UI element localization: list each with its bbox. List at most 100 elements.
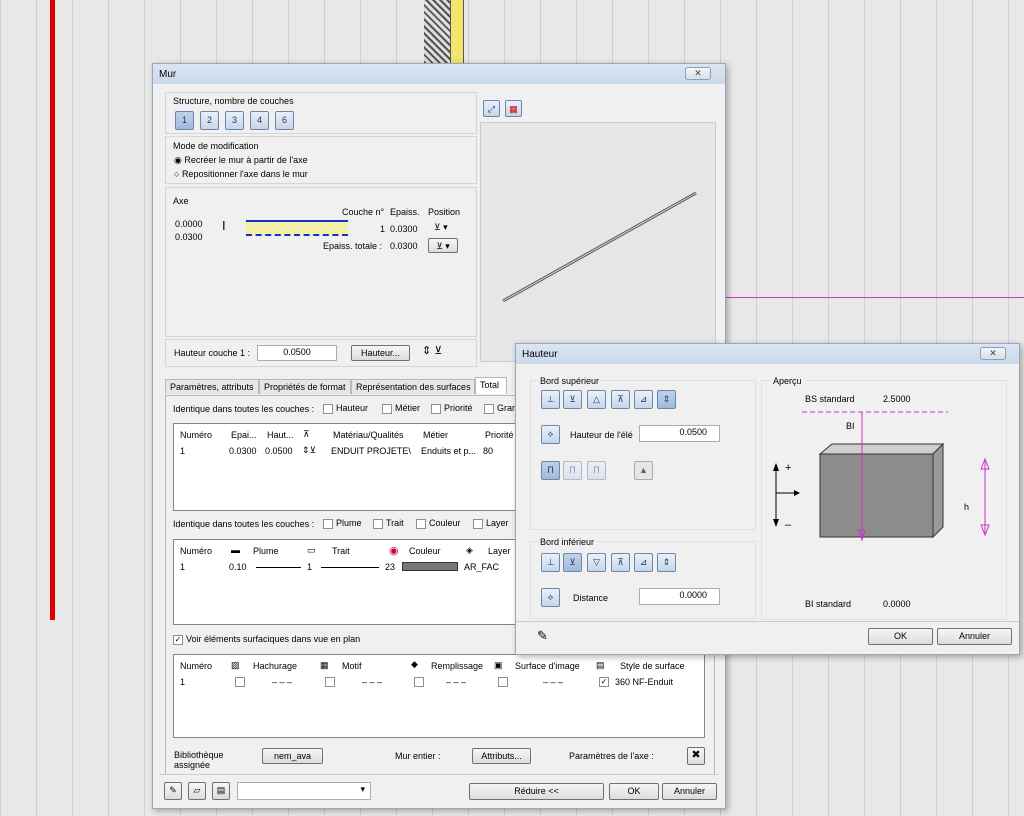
layers-6-button[interactable]: 6 <box>275 111 294 130</box>
hauteur-close-icon[interactable]: ✕ <box>980 347 1006 360</box>
t3-r-cb-hachurage[interactable] <box>235 676 248 687</box>
identique2-trait[interactable]: Trait <box>373 518 404 529</box>
hauteur-button[interactable]: Hauteur... <box>351 345 410 361</box>
bi-opt-3-icon[interactable]: ▽ <box>587 553 606 572</box>
mur-ok-button[interactable]: OK <box>609 783 659 800</box>
couche-row-no: 1 <box>380 224 386 234</box>
t1-h-pos-icon: ⊼ <box>303 429 310 439</box>
eyedropper-icon[interactable]: ✎ <box>164 782 182 800</box>
bord-superieur-label: Bord supérieur <box>538 376 602 386</box>
bi-opt-2-icon[interactable]: ⊻ <box>563 553 582 572</box>
layers-2-button[interactable]: 2 <box>200 111 219 130</box>
t1-h-priorite: Priorité <box>485 430 514 440</box>
identique2-plume[interactable]: Plume <box>323 518 362 529</box>
layers-4-button[interactable]: 4 <box>250 111 269 130</box>
mur-entier-label: Mur entier : <box>395 751 441 761</box>
t3-r-cb-image[interactable] <box>498 676 511 687</box>
hauteur-eyedropper-icon[interactable]: ✎ <box>537 628 548 644</box>
t1-h-metier: Métier <box>423 430 449 440</box>
t3-r-cb-motif[interactable] <box>325 676 338 687</box>
motif-icon: ▦ <box>320 660 329 670</box>
bs-opt-1-icon[interactable]: ⊥ <box>541 390 560 409</box>
attributs-button[interactable]: Attributs... <box>472 748 531 764</box>
hauteur-elem-icon[interactable]: ⟡ <box>541 425 560 444</box>
couche-row-epaiss: 0.0300 <box>390 224 418 234</box>
favorite-dropdown[interactable]: ▾ <box>237 782 371 800</box>
mode-option-recreer[interactable]: ◉ Recréer le mur à partir de l'axe <box>174 155 308 166</box>
wall-preview-panel <box>480 122 716 362</box>
tab-representation[interactable]: Représentation des surfaces <box>351 379 475 394</box>
bs-opt-4-icon[interactable]: ⊼ <box>611 390 630 409</box>
tab-total[interactable]: Total <box>475 377 507 394</box>
bs-opt-3-icon[interactable]: △ <box>587 390 606 409</box>
trait-icon: ▭ <box>307 545 316 555</box>
close-icon[interactable]: ✕ <box>685 67 711 80</box>
t2-r-numero: 1 <box>180 562 186 572</box>
params-axe-tool-icon[interactable]: ✖ <box>687 747 705 765</box>
mode-option-repositionner[interactable]: ○ Repositionner l'axe dans le mur <box>174 169 308 179</box>
hauteur-couche-input[interactable]: 0.0500 <box>257 345 337 361</box>
bs-opt-2-icon[interactable]: ⊻ <box>563 390 582 409</box>
t3-r-cb-remplissage[interactable] <box>414 676 427 687</box>
profile-2-icon[interactable]: Π <box>563 461 582 480</box>
distance-input[interactable]: 0.0000 <box>639 588 720 605</box>
height-arrows-icon[interactable]: ⇕ ⊻ <box>422 344 442 357</box>
t1-h-numero: Numéro <box>180 430 213 440</box>
couche-no-header: Couche n° <box>342 207 385 217</box>
bi-opt-6-icon[interactable]: ⇕ <box>657 553 676 572</box>
t3-r-cb-style[interactable]: ✓ <box>599 676 612 687</box>
hauteur-ok-button[interactable]: OK <box>868 628 933 645</box>
layers-1-button[interactable]: 1 <box>175 111 194 130</box>
wall-hatch <box>424 0 450 70</box>
bi-standard-value: 0.0000 <box>883 599 911 609</box>
hauteur-elem-input[interactable]: 0.0500 <box>639 425 720 442</box>
identique1-metier[interactable]: Métier <box>382 403 420 414</box>
t2-h-plume: Plume <box>253 546 279 556</box>
hauteur-title: Hauteur <box>522 349 558 360</box>
identique2-layer[interactable]: Layer <box>473 518 509 529</box>
identique1-hauteur[interactable]: Hauteur <box>323 403 368 414</box>
hauteur-couche-label: Hauteur couche 1 : <box>174 348 251 358</box>
surface-table[interactable]: Numéro ▨ Hachurage ▦ Motif ◆ Remplissage… <box>173 654 705 738</box>
remplissage-icon: ◆ <box>411 659 418 669</box>
pyramid-icon[interactable]: ▲ <box>634 461 653 480</box>
layer-icon: ◈ <box>466 545 473 555</box>
color-icon[interactable]: ▦ <box>505 100 522 117</box>
distance-icon[interactable]: ⟡ <box>541 588 560 607</box>
t3-r-dash-image: – – – <box>543 677 564 687</box>
t1-h-materiau: Matériau/Qualités <box>333 430 404 440</box>
layer-preview[interactable] <box>246 220 348 236</box>
apercu-group: Aperçu BS standard 2.5000 BI + – h BI st… <box>761 376 1007 620</box>
layers-3-button[interactable]: 3 <box>225 111 244 130</box>
bi-opt-1-icon[interactable]: ⊥ <box>541 553 560 572</box>
hauteur-annuler-button[interactable]: Annuler <box>937 628 1012 645</box>
distance-label: Distance <box>573 593 609 603</box>
view-icon[interactable]: ⤢ <box>483 100 500 117</box>
open-favorite-icon[interactable]: ▱ <box>188 782 206 800</box>
profile-1-icon[interactable]: Π <box>541 461 560 480</box>
voir-checkbox[interactable]: ✓ Voir éléments surfaciques dans vue en p… <box>173 634 360 645</box>
t1-r-numero: 1 <box>180 446 186 456</box>
position-total-select[interactable]: ⊻ ▾ <box>428 238 458 253</box>
biblio-button[interactable]: nem_ava <box>262 748 323 764</box>
bi-opt-5-icon[interactable]: ⊿ <box>634 553 653 572</box>
bs-opt-5-icon[interactable]: ⊿ <box>634 390 653 409</box>
save-favorite-icon[interactable]: ▤ <box>212 782 230 800</box>
position-select[interactable]: ⊻ ▾ <box>434 222 448 233</box>
identique1-priorite[interactable]: Priorité <box>431 403 473 414</box>
identique2-couleur[interactable]: Couleur <box>416 518 461 529</box>
bi-opt-4-icon[interactable]: ⊼ <box>611 553 630 572</box>
plume-line <box>256 567 301 568</box>
tab-proprietes[interactable]: Propriétés de format <box>259 379 351 394</box>
identique1-gran[interactable]: Gran <box>484 403 517 414</box>
profile-3-icon[interactable]: Π <box>587 461 606 480</box>
mur-title: Mur <box>159 69 177 80</box>
tab-parametres[interactable]: Paramètres, attributs <box>165 379 259 394</box>
reduire-button[interactable]: Réduire << <box>469 783 604 800</box>
mur-annuler-button[interactable]: Annuler <box>662 783 717 800</box>
position-header: Position <box>428 207 461 217</box>
axe-cursor-icon: I <box>222 218 226 233</box>
bs-opt-6-icon[interactable]: ⇕ <box>657 390 676 409</box>
footer-separator <box>159 774 719 775</box>
t2-r-trait: 1 <box>307 562 313 572</box>
